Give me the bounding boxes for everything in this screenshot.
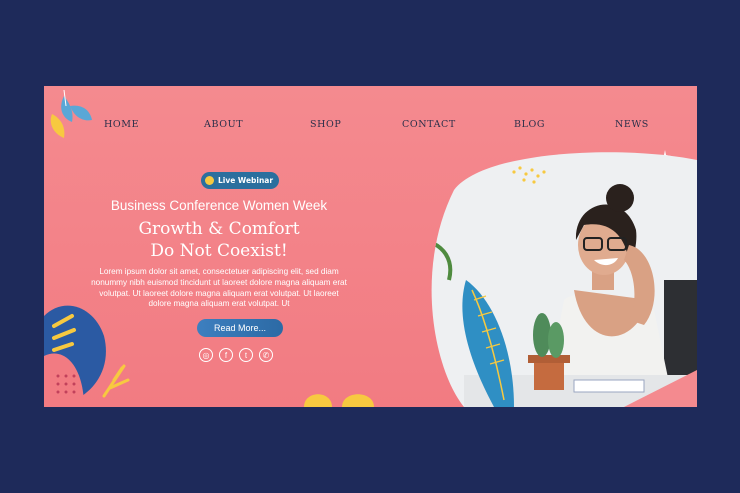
nav-about[interactable]: ABOUT (204, 119, 243, 130)
nav-shop[interactable]: SHOP (310, 119, 341, 130)
landing-banner: HOME ABOUT SHOP CONTACT BLOG NEWS Live W… (44, 86, 697, 407)
live-webinar-badge: Live Webinar (201, 172, 279, 189)
instagram-icon[interactable]: ◎ (199, 348, 213, 362)
live-indicator-icon (205, 176, 214, 185)
social-links: ◎ f t ✆ (199, 348, 273, 362)
whatsapp-icon[interactable]: ✆ (259, 348, 273, 362)
facebook-icon[interactable]: f (219, 348, 233, 362)
leaf-decoration-bottom-left (44, 305, 130, 407)
read-more-button[interactable]: Read More... (197, 319, 283, 337)
hero-photo (431, 152, 697, 407)
main-navigation: HOME ABOUT SHOP CONTACT BLOG NEWS (44, 119, 697, 133)
hero-subtitle: Business Conference Women Week (110, 198, 328, 213)
hero-headline: Growth & Comfort Do Not Coexist! (114, 218, 324, 262)
badge-label: Live Webinar (218, 176, 274, 185)
twitter-icon[interactable]: t (239, 348, 253, 362)
headline-line-2: Do Not Coexist! (150, 241, 288, 261)
hero-body-text: Lorem ipsum dolor sit amet, consectetuer… (91, 267, 347, 309)
headline-line-1: Growth & Comfort (138, 219, 300, 239)
nav-blog[interactable]: BLOG (514, 119, 545, 130)
nav-home[interactable]: HOME (104, 119, 139, 130)
nav-news[interactable]: NEWS (615, 119, 649, 130)
yellow-shape-decoration (304, 394, 374, 407)
nav-contact[interactable]: CONTACT (402, 119, 456, 130)
